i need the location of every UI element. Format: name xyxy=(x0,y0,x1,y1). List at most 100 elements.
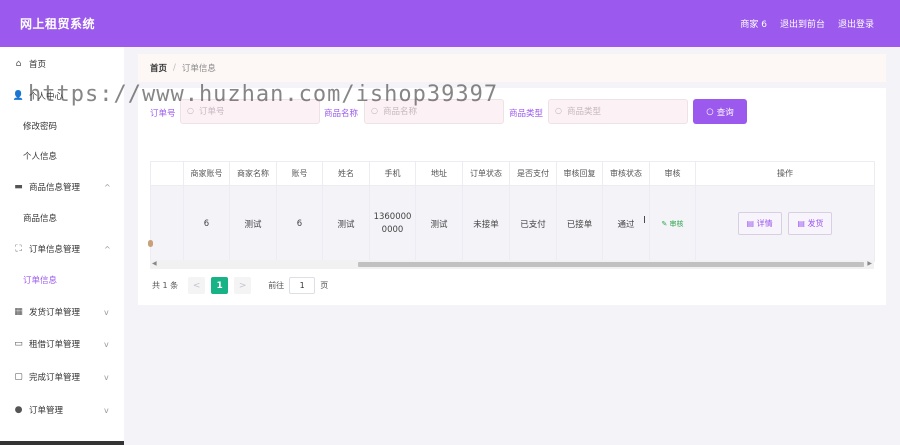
column-header[interactable]: 姓名 xyxy=(322,161,370,186)
pagination: 共 1 条 < 1 > 前往 页 xyxy=(152,277,328,294)
sidebar-item-label: 订单信息管理 xyxy=(29,245,81,255)
column-header[interactable]: 商家名称 xyxy=(229,161,277,186)
search-icon: ○ xyxy=(555,106,562,115)
column-header: 操作 xyxy=(695,161,875,186)
sidebar-item[interactable]: ▬ 商品信息管理 ^ xyxy=(0,172,124,202)
sidebar-item[interactable]: ● 订单管理 v xyxy=(0,395,124,425)
sidebar-item-label: 租借订单管理 xyxy=(29,340,81,350)
row-edge-marker xyxy=(148,240,153,247)
back-to-frontend-link[interactable]: 退出到前台 xyxy=(780,17,825,30)
search-icon: ○ xyxy=(371,106,378,115)
column-header[interactable]: 账号 xyxy=(276,161,323,186)
column-header: 审核 xyxy=(649,161,696,186)
sidebar-item-label: 订单管理 xyxy=(29,406,64,416)
sidebar-item[interactable]: 个人信息 xyxy=(0,141,124,171)
next-page-button[interactable]: > xyxy=(234,277,252,294)
goto-page-input[interactable] xyxy=(289,277,316,294)
product-name-input[interactable] xyxy=(364,99,504,124)
page-number-button[interactable]: 1 xyxy=(211,277,229,294)
logout-link[interactable]: 退出登录 xyxy=(838,17,874,30)
top-links: 商家 6 退出到前台 退出登录 xyxy=(740,17,874,30)
column-header[interactable]: 商家账号 xyxy=(183,161,230,186)
account-cell: 6 xyxy=(276,185,323,262)
audit-cell: ✎ 审核 xyxy=(649,185,696,262)
user-icon: 👤 xyxy=(12,91,25,101)
audit-link-label: 审核 xyxy=(669,219,684,228)
column-header xyxy=(150,161,184,186)
query-button-label: 查询 xyxy=(716,107,734,118)
sidebar-item-label: 个人中心 xyxy=(29,92,64,102)
scroll-left-icon[interactable]: ◀ xyxy=(152,260,157,267)
column-header[interactable]: 地址 xyxy=(415,161,463,186)
sidebar-item[interactable]: 商品信息 xyxy=(0,203,124,233)
chevron-down-icon[interactable]: v xyxy=(104,373,109,382)
product-name-label: 商品名称 xyxy=(324,109,359,119)
app-title: 网上租贸系统 xyxy=(20,17,96,31)
merchant-link[interactable]: 商家 6 xyxy=(740,17,767,30)
chevron-down-icon[interactable]: v xyxy=(104,308,109,317)
phone-cell: 1360000 0000 xyxy=(369,185,416,262)
product-type-input[interactable] xyxy=(548,99,688,124)
column-header[interactable]: 审核回复 xyxy=(556,161,603,186)
breadcrumb-home[interactable]: 首页 xyxy=(150,62,167,74)
card-icon: ▭ xyxy=(14,339,23,349)
detail-button-label: 详情 xyxy=(756,219,773,228)
sidebar-item-label: 修改密码 xyxy=(23,122,58,132)
column-header[interactable]: 手机 xyxy=(369,161,416,186)
actions-cell: ▤ 详情 ▤ 发货 xyxy=(695,185,875,262)
sidebar-item[interactable]: 修改密码 xyxy=(0,111,124,141)
ship-button-label: 发货 xyxy=(807,219,824,228)
orders-table: 商家账号 商家名称 账号 姓名 手机 地址 订单状态 是否支付 审核回复 审核状… xyxy=(150,161,875,262)
table-row[interactable]: 6 测试 6 测试 1360000 0000 测试 未接单 已支付 已接单 通过… xyxy=(150,185,875,262)
search-icon: ○ xyxy=(187,106,194,115)
order-status-cell: 未接单 xyxy=(462,185,510,262)
product-type-label: 商品类型 xyxy=(509,109,544,119)
chevron-up-icon[interactable]: ^ xyxy=(104,183,111,192)
address-cell: 测试 xyxy=(415,185,463,262)
sidebar-item[interactable]: ⌂ 首页 xyxy=(0,49,124,79)
detail-button[interactable]: ▤ 详情 xyxy=(737,212,782,235)
column-header[interactable]: 是否支付 xyxy=(509,161,557,186)
sidebar-item[interactable]: ▢ 完成订单管理 v xyxy=(0,362,124,392)
sidebar: ⌂ 首页 👤 个人中心 修改密码 个人信息 ▬ 商品信息管理 ^ 商品信息 ⛶ 订单信息管理 ^ 订单信息… xyxy=(0,47,124,445)
sidebar-item[interactable]: 👤 个人中心 xyxy=(0,81,124,111)
column-header[interactable]: 审核状态 xyxy=(602,161,650,186)
merchant-account-cell: 6 xyxy=(183,185,230,262)
sidebar-item-label: 发货订单管理 xyxy=(29,308,81,318)
sidebar-item[interactable]: ▭ 租借订单管理 v xyxy=(0,329,124,359)
sidebar-item[interactable]: ▦ 发货订单管理 v xyxy=(0,297,124,327)
row-select-cell[interactable] xyxy=(150,185,184,262)
horizontal-scrollbar[interactable]: ◀ ▶ xyxy=(150,260,874,269)
name-cell: 测试 xyxy=(322,185,370,262)
chevron-up-icon[interactable]: ^ xyxy=(104,245,111,254)
sidebar-item[interactable]: 订单信息 xyxy=(0,265,124,295)
document-icon: ▤ xyxy=(746,219,755,228)
location-icon: ● xyxy=(14,405,23,415)
scroll-right-icon[interactable]: ▶ xyxy=(867,260,872,267)
edit-icon: ✎ xyxy=(661,219,668,228)
message-icon: ▢ xyxy=(14,372,23,382)
phone-line: 0000 xyxy=(381,224,404,235)
sidebar-item[interactable]: ⛶ 订单信息管理 ^ xyxy=(0,234,124,264)
order-no-input[interactable] xyxy=(180,99,320,124)
home-icon: ⌂ xyxy=(15,59,22,69)
sidebar-item-label: 商品信息管理 xyxy=(29,183,81,193)
edit-icon: ▦ xyxy=(14,307,23,317)
chevron-down-icon[interactable]: v xyxy=(104,406,109,415)
text-cursor-icon: I xyxy=(643,215,646,226)
phone-line: 1360000 xyxy=(373,211,412,222)
search-icon: ○ xyxy=(706,106,714,117)
sidebar-item-label: 个人信息 xyxy=(23,152,58,162)
query-button[interactable]: ○ 查询 xyxy=(693,99,747,124)
breadcrumb-separator: / xyxy=(173,63,176,73)
chevron-down-icon[interactable]: v xyxy=(104,340,109,349)
document-icon: ▤ xyxy=(797,219,805,228)
ship-button[interactable]: ▤ 发货 xyxy=(788,212,833,235)
audit-link[interactable]: ✎ 审核 xyxy=(661,220,683,228)
scrollbar-thumb[interactable] xyxy=(358,262,864,267)
prev-page-button[interactable]: < xyxy=(188,277,206,294)
total-count: 共 1 条 xyxy=(152,281,179,290)
bottom-edge xyxy=(0,441,124,445)
order-no-label: 订单号 xyxy=(150,109,176,119)
column-header[interactable]: 订单状态 xyxy=(462,161,510,186)
